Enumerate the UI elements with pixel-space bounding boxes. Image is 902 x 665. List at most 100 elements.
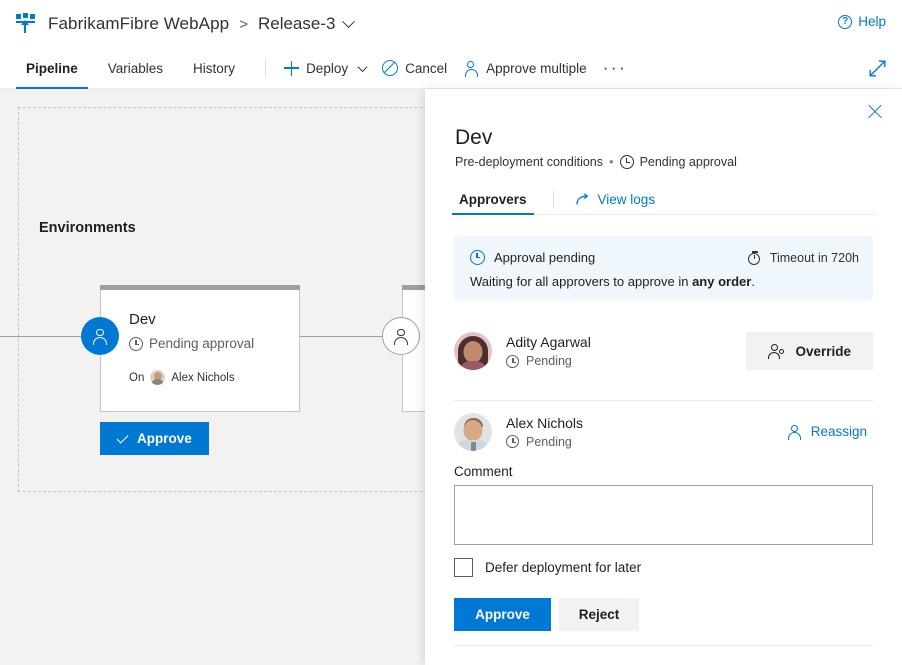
tab-history-label: History [193, 60, 236, 76]
clock-icon [470, 250, 485, 265]
approver-status: Pending [506, 354, 746, 368]
tab-variables[interactable]: Variables [98, 48, 173, 89]
cancel-button[interactable]: Cancel [374, 48, 455, 89]
environment-card-dev[interactable]: Dev Pending approval On Alex Nichols [100, 285, 300, 412]
defer-deployment-checkbox[interactable] [454, 558, 473, 577]
command-bar: Pipeline Variables History Deploy Cancel… [0, 48, 902, 89]
person-icon [787, 424, 802, 440]
approver-status: Pending [506, 435, 781, 449]
question-circle-icon: ? [838, 14, 853, 29]
close-icon[interactable] [862, 98, 888, 124]
ellipsis-icon: ··· [602, 58, 628, 77]
environment-card-status: Pending approval [129, 336, 254, 351]
banner-message-strong: any order [692, 274, 752, 289]
avatar [150, 370, 166, 385]
approver-status-label: Pending [526, 434, 572, 449]
approver-info: Alex Nichols Pending [506, 415, 781, 449]
clock-icon [506, 435, 519, 448]
page-tab-list: Pipeline Variables History [0, 48, 255, 89]
people-icon [768, 344, 785, 359]
panel-title: Dev [455, 126, 493, 149]
tab-pipeline-label: Pipeline [26, 60, 78, 76]
deploy-button[interactable]: Deploy [276, 48, 374, 89]
person-icon [463, 60, 479, 77]
timer-icon [748, 250, 763, 265]
chevron-down-icon[interactable] [357, 61, 368, 72]
approve-multiple-label: Approve multiple [486, 60, 587, 76]
approver-status-label: Pending [526, 354, 572, 368]
clock-icon [506, 354, 519, 368]
approver-name: Adity Agarwal [506, 334, 591, 350]
approve-multiple-button[interactable]: Approve multiple [455, 48, 595, 89]
reject-button[interactable]: Reject [559, 598, 639, 631]
banner-message-after: . [751, 274, 755, 289]
approve-button[interactable]: Approve [454, 598, 551, 631]
toolbar-divider [265, 58, 267, 78]
pre-deployment-approval-node[interactable] [81, 317, 119, 355]
banner-message: Waiting for all approvers to approve in … [470, 274, 755, 289]
panel-subtitle-status: Pending approval [639, 154, 737, 169]
person-icon [92, 328, 109, 345]
panel-bottom-divider [454, 645, 873, 646]
timeout-label: Timeout in 720h [769, 250, 859, 265]
bullet-separator: • [609, 154, 614, 169]
canvas-approve-button[interactable]: Approve [100, 422, 209, 455]
breadcrumb-project-name[interactable]: FabrikamFibre WebApp [48, 14, 229, 34]
avatar [454, 412, 492, 451]
expand-diagonal-icon[interactable] [869, 60, 886, 77]
tab-history[interactable]: History [183, 48, 245, 89]
checkmark-icon [116, 431, 129, 444]
panel-subtitle-prefix: Pre-deployment conditions [455, 154, 603, 169]
person-icon [393, 328, 410, 345]
canvas-approve-label: Approve [137, 431, 192, 446]
tab-approvers[interactable]: Approvers [452, 192, 534, 215]
banner-message-before: Waiting for all approvers to approve in [470, 274, 693, 289]
post-deployment-approval-node[interactable] [382, 317, 420, 355]
banner-title-row: Approval pending [470, 250, 595, 265]
override-button[interactable]: Override [746, 332, 873, 370]
help-button[interactable]: ? Help [838, 14, 886, 29]
tab-variables-label: Variables [107, 60, 164, 76]
breadcrumb-separator: > [239, 15, 248, 33]
more-options-button[interactable]: ··· [595, 48, 635, 89]
tab-approvers-label: Approvers [459, 192, 527, 207]
approver-info: Adity Agarwal Pending [506, 334, 746, 368]
clock-icon [129, 336, 143, 351]
reassign-button[interactable]: Reassign [781, 424, 873, 440]
environment-card-on-label: On [129, 371, 145, 384]
view-logs-label: View logs [597, 192, 656, 207]
environment-card-owner: On Alex Nichols [129, 370, 235, 385]
environments-section-title: Environments [39, 220, 136, 236]
breadcrumb-release-name[interactable]: Release-3 [258, 14, 336, 34]
override-label: Override [795, 343, 851, 359]
environment-card-on-user: Alex Nichols [171, 371, 235, 384]
approver-name: Alex Nichols [506, 414, 584, 431]
chevron-down-icon[interactable] [342, 14, 356, 28]
approval-pending-banner: Approval pending Timeout in 720h Waiting… [454, 236, 873, 301]
panel-tab-list: Approvers View logs [452, 185, 875, 215]
help-label: Help [858, 14, 886, 29]
tab-pipeline[interactable]: Pipeline [16, 48, 88, 89]
comment-input[interactable] [454, 485, 873, 545]
release-pipeline-icon [16, 13, 38, 35]
reassign-label: Reassign [810, 424, 867, 439]
view-logs-button[interactable]: View logs [572, 192, 660, 214]
pipeline-connector-right [300, 336, 385, 337]
share-arrow-icon [575, 193, 590, 206]
page-header: FabrikamFibre WebApp > Release-3 ? Help [0, 0, 902, 48]
breadcrumb: FabrikamFibre WebApp > Release-3 [0, 13, 356, 35]
timeout-indicator: Timeout in 720h [748, 250, 859, 265]
plus-icon [284, 60, 300, 76]
approver-row: Alex Nichols Pending Reassign [454, 400, 873, 462]
environment-card-name: Dev [129, 311, 156, 328]
pipeline-canvas: Environments Dev Pending approval On Ale… [0, 89, 425, 665]
panel-action-row: Approve Reject [454, 598, 639, 631]
environment-card-status-label: Pending approval [149, 336, 255, 351]
defer-deployment-checkbox-row[interactable]: Defer deployment for later [454, 558, 641, 577]
pipeline-connector-left [0, 336, 90, 337]
panel-subtitle: Pre-deployment conditions • Pending appr… [455, 154, 737, 169]
deploy-label: Deploy [306, 60, 349, 76]
panel-tab-divider [552, 191, 554, 209]
avatar [454, 332, 492, 370]
release-approval-page: FabrikamFibre WebApp > Release-3 ? Help … [0, 0, 902, 665]
